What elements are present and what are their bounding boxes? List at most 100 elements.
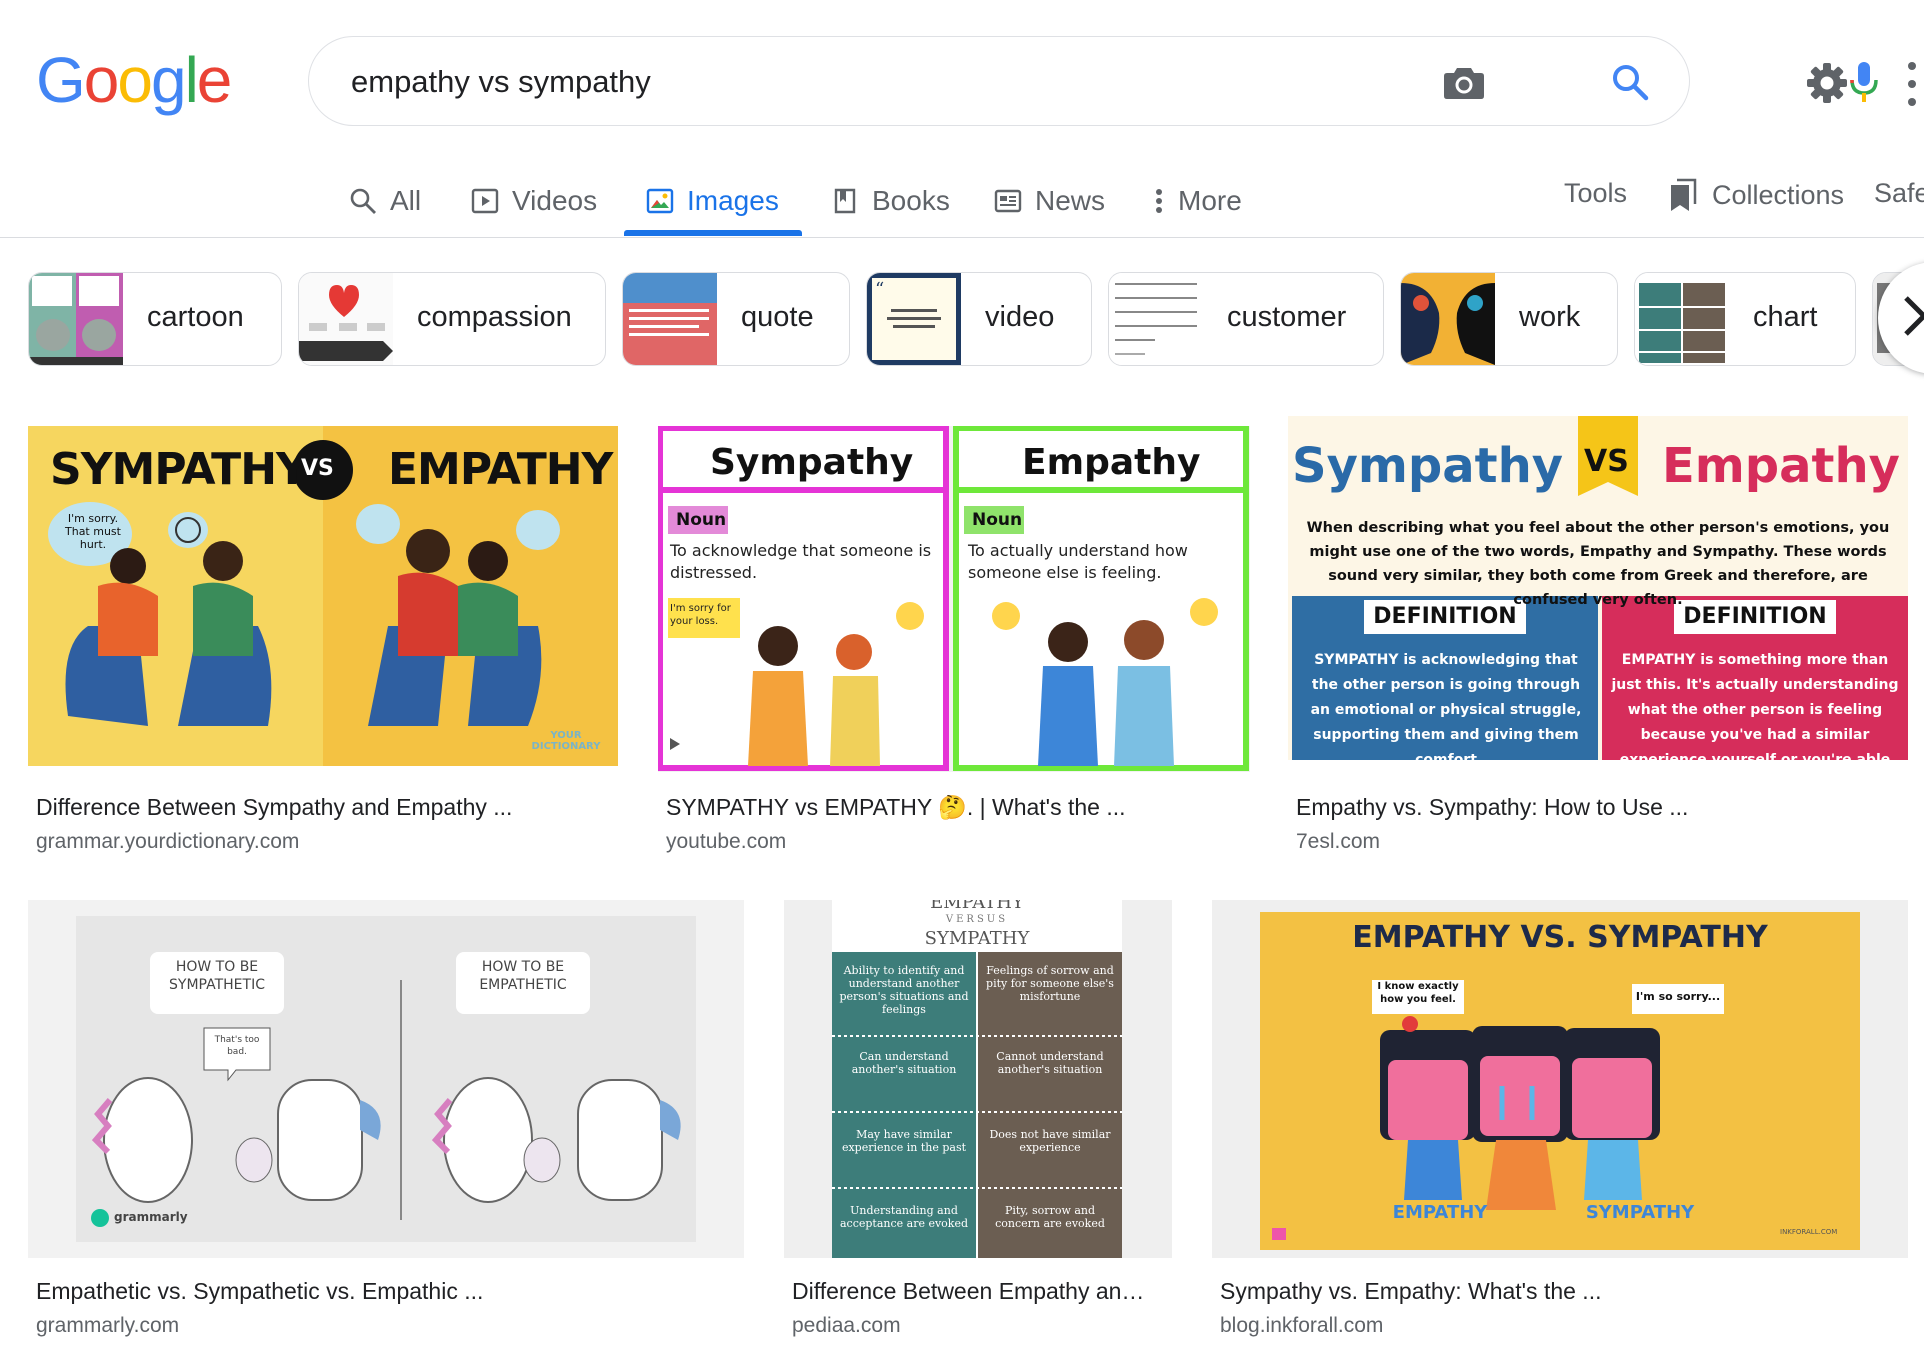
dot [1908, 98, 1916, 106]
image-text-noun: Noun [676, 510, 727, 530]
chip-thumbnail [1109, 273, 1203, 365]
result-source[interactable]: 7esl.com [1296, 830, 1380, 854]
table-cell: Does not have similar experience [989, 1128, 1111, 1154]
image-text-definition: EMPATHY is something more than just this… [1611, 652, 1899, 760]
result-title[interactable]: Empathy vs. Sympathy: How to Use ... [1296, 794, 1688, 821]
tab-news[interactable]: News [993, 168, 1105, 234]
chip-thumbnail [299, 273, 393, 365]
result-thumbnail[interactable]: Sympathy Empathy Noun Noun To acknowledg… [658, 426, 1250, 772]
related-chip-chart[interactable]: chart [1634, 272, 1856, 366]
dot [1908, 62, 1916, 70]
collections-label: Collections [1712, 179, 1845, 210]
related-chip-compassion[interactable]: compassion [298, 272, 606, 366]
result-source[interactable]: youtube.com [666, 830, 786, 854]
image-text-sympathy: Sympathy [710, 442, 914, 483]
search-box [308, 36, 1878, 126]
image-text-definition: SYMPATHY is acknowledging that the other… [1310, 652, 1582, 760]
image-text-definition-label: DEFINITION [1373, 604, 1517, 629]
image-text-definition: To actually understand how someone else … [968, 541, 1188, 582]
table-cell: Pity, sorrow and concern are evoked [995, 1204, 1105, 1230]
chip-label: work [1519, 301, 1581, 333]
logo-letter: o [83, 44, 120, 116]
image-text-empathy: Empathy [1662, 438, 1900, 494]
tab-books[interactable]: Books [830, 168, 950, 234]
image-heading: EMPATHY VS. SYMPATHY [1352, 920, 1768, 955]
tab-images[interactable]: Images [645, 168, 779, 234]
tab-label: Videos [512, 185, 598, 216]
related-chip-video[interactable]: “ video [866, 272, 1092, 366]
tools-button[interactable]: Tools [1564, 178, 1627, 209]
image-text-empathy: EMPATHY [388, 444, 613, 495]
chip-label: quote [741, 301, 814, 333]
chevron-right-icon [1902, 294, 1924, 343]
image-text-definition-label: DEFINITION [1683, 604, 1827, 629]
svg-text:“: “ [875, 279, 884, 300]
result-source[interactable]: blog.inkforall.com [1220, 1314, 1383, 1338]
google-logo[interactable]: Google [36, 44, 233, 116]
gear-icon[interactable] [1804, 60, 1850, 106]
search-input[interactable] [349, 57, 1403, 107]
result-title[interactable]: SYMPATHY vs EMPATHY 🤔. | What's the ... [666, 794, 1126, 821]
image-text-bubble: That's too bad. [214, 1035, 260, 1057]
logo-letter: G [36, 44, 86, 116]
tab-more[interactable]: More [1150, 168, 1242, 234]
book-icon [830, 186, 860, 216]
logo-letter: l [184, 44, 199, 116]
chip-label: video [985, 301, 1055, 333]
bookmark-icon [1668, 178, 1698, 212]
image-text-vs: VS [1584, 444, 1629, 479]
result-source[interactable]: pediaa.com [792, 1314, 901, 1338]
dot [1908, 80, 1916, 88]
result-thumbnail[interactable]: HOW TO BE SYMPATHETIC HOW TO BE EMPATHET… [28, 900, 744, 1258]
related-chip-quote[interactable]: quote [622, 272, 850, 366]
tab-label: More [1178, 185, 1242, 216]
image-text-card: HOW TO BE EMPATHETIC [479, 959, 567, 993]
result-thumbnail[interactable]: EMPATHY VS. SYMPATHY I know exactly how … [1212, 900, 1908, 1258]
tab-videos[interactable]: Videos [470, 168, 597, 234]
search-icon[interactable] [1607, 59, 1653, 105]
result-title[interactable]: Difference Between Empathy an… [792, 1278, 1144, 1305]
result-thumbnail[interactable]: EMPATHY VERSUS SYMPATHY Ability to ident… [784, 900, 1172, 1258]
table-cell: Feelings of sorrow and pity for someone … [986, 964, 1114, 1003]
image-text-versus: VERSUS [945, 914, 1009, 925]
safesearch-button[interactable]: Safe [1874, 178, 1924, 209]
chip-label: compassion [417, 301, 572, 333]
result-source[interactable]: grammar.yourdictionary.com [36, 830, 299, 854]
result-thumbnail[interactable]: Sympathy VS Empathy When describing what… [1288, 416, 1908, 760]
more-vert-icon [1150, 186, 1168, 216]
image-text-bubble: I know exactly how you feel. [1377, 981, 1459, 1005]
related-chip-cartoon[interactable]: cartoon [28, 272, 282, 366]
image-text-sympathy: SYMPATHY [50, 444, 308, 495]
chip-thumbnail [29, 273, 123, 365]
image-text-intro: When describing what you feel about the … [1306, 520, 1890, 608]
image-text-bubble: I'm sorry for your loss. [670, 603, 731, 627]
image-text-bubble: I'm sorry. That must hurt. [65, 512, 121, 551]
image-text-sympathy: SYMPATHY [1585, 1202, 1695, 1223]
collections-button[interactable]: Collections [1668, 178, 1844, 212]
tab-all[interactable]: All [348, 168, 421, 234]
chip-thumbnail: “ [867, 273, 961, 365]
image-icon [645, 186, 675, 216]
apps-menu-icon[interactable] [1906, 62, 1918, 106]
logo-letter: o [117, 44, 153, 116]
image-text-empathy: EMPATHY [930, 900, 1024, 913]
result-title[interactable]: Empathetic vs. Sympathetic vs. Empathic … [36, 1278, 483, 1305]
tab-label: News [1035, 185, 1106, 216]
table-cell: Understanding and acceptance are evoked [839, 1204, 969, 1230]
result-title[interactable]: Sympathy vs. Empathy: What's the ... [1220, 1278, 1601, 1305]
camera-icon[interactable] [1441, 59, 1487, 105]
image-text-empathy: Empathy [1022, 442, 1201, 483]
logo-letter: g [150, 44, 187, 116]
result-thumbnail[interactable]: SYMPATHY VS EMPATHY I'm sorry. That must… [28, 426, 618, 766]
related-chip-work[interactable]: work [1400, 272, 1618, 366]
image-watermark: YOUR DICTIONARY [531, 730, 601, 752]
table-cell: Ability to identify and understand anoth… [839, 964, 969, 1016]
logo-letter: e [196, 44, 233, 116]
image-text-vs: VS [301, 456, 334, 481]
image-text-noun: Noun [972, 510, 1023, 530]
header-divider [0, 237, 1924, 238]
result-source[interactable]: grammarly.com [36, 1314, 179, 1338]
result-title[interactable]: Difference Between Sympathy and Empathy … [36, 794, 512, 821]
search-icon [348, 186, 378, 216]
related-chip-customer[interactable]: customer [1108, 272, 1384, 366]
